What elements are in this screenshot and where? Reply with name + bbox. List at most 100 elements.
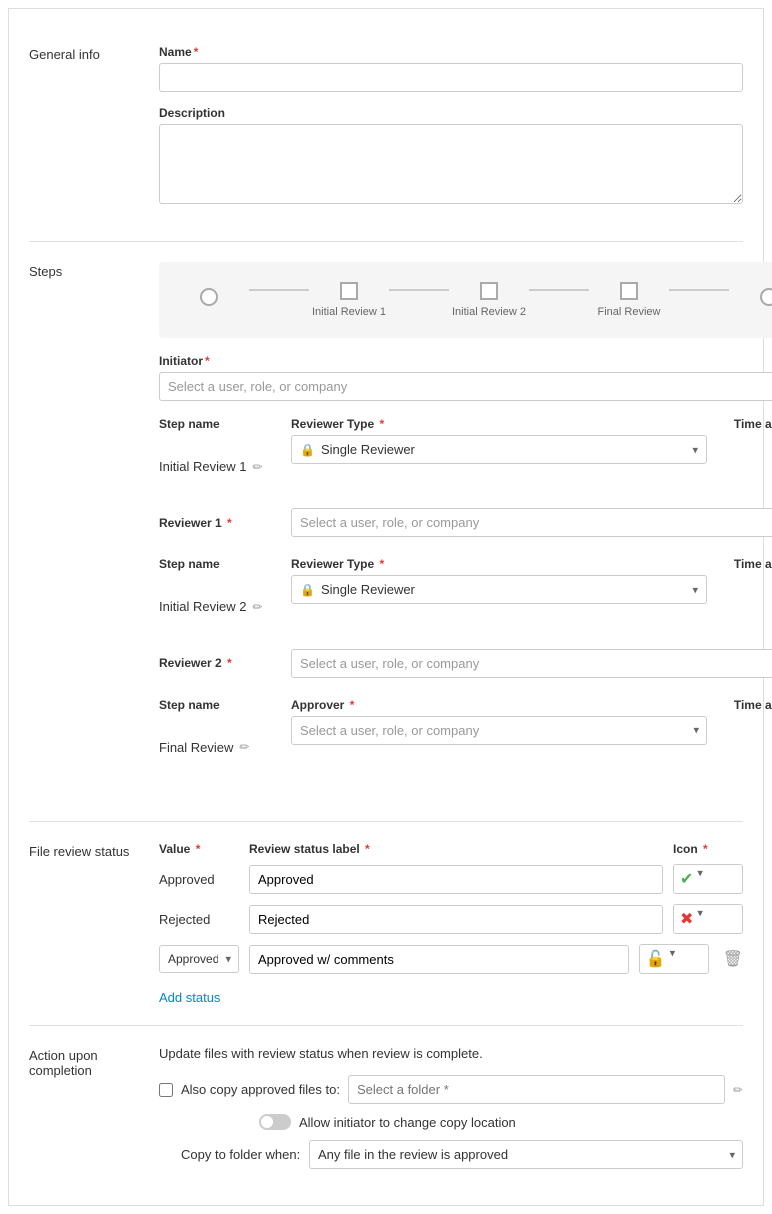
allow-initiator-toggle[interactable] [259, 1114, 291, 1130]
reviewer-type-arrow-icon-2: ▾ [692, 583, 698, 596]
step-row-initial-review-1: Step name Reviewer Type * Time allowed *… [159, 417, 772, 537]
step-name-value-1: Initial Review 1 ✏ [159, 435, 279, 474]
reviewer-type-arrow-icon-1: ▾ [692, 443, 698, 456]
approver-select-wrapper: Select a user, role, or company ▾ [291, 716, 707, 745]
copy-approved-checkbox[interactable] [159, 1083, 173, 1097]
copy-folder-when-label: Copy to folder when: [181, 1147, 301, 1162]
status-label-input-approved[interactable] [249, 865, 663, 894]
main-form: General info Name* Description Steps [8, 8, 764, 1206]
step-name-edit-icon-3[interactable]: ✏ [239, 740, 249, 754]
status-row-approved: Approved ✔ ▾ [159, 864, 743, 894]
initiator-select[interactable]: Select a user, role, or company [159, 372, 772, 401]
time-value-3: 3 ✏ [719, 716, 772, 755]
status-icon-select-approved[interactable]: ✔ ▾ [673, 864, 743, 894]
step-name-edit-icon-1[interactable]: ✏ [252, 460, 262, 474]
steps-diagram: Initial Review 1 Initial Review 2 Final … [159, 262, 772, 338]
copy-approved-label: Also copy approved files to: [181, 1082, 340, 1097]
delete-status-row-icon[interactable]: 🗑 [723, 949, 743, 969]
status-row-approved-comments: Approved Rejected ▾ 🔓 ▾ 🗑 [159, 944, 743, 974]
folder-select-wrapper [348, 1075, 725, 1104]
calendar-days-2: CalendarDay(s) [719, 614, 772, 640]
reviewer-label-2: Reviewer 2 * [159, 656, 279, 670]
calendar-days-3: CalendarDay(s) [719, 755, 772, 781]
step-name-value-3: Final Review ✏ [159, 716, 279, 755]
status-icon-select-comments[interactable]: 🔓 ▾ [639, 944, 709, 974]
step-start-node [169, 288, 249, 312]
action-completion-content: Update files with review status when rev… [159, 1046, 743, 1169]
col-time-allowed-header-1: Time allowed * [719, 417, 772, 431]
general-info-section: General info Name* Description [29, 25, 743, 242]
status-icon-arrow-comments: ▾ [670, 946, 676, 959]
col-reviewer-type-header-2: Reviewer Type * [291, 557, 707, 571]
approver-select[interactable]: Select a user, role, or company [291, 716, 707, 745]
status-value-rejected: Rejected [159, 912, 239, 927]
status-value-dropdown-wrapper: Approved Rejected ▾ [159, 945, 239, 973]
status-icon-select-rejected[interactable]: ✖ ▾ [673, 904, 743, 934]
lock-icon-1: 🔒 [300, 443, 315, 457]
steps-section: Steps Initial Review 1 Initial Review 2 [29, 242, 743, 822]
name-label: Name* [159, 45, 743, 59]
step-initial-review-1-label: Initial Review 1 [309, 306, 389, 318]
file-review-status-content: Value * Review status label * Icon * App… [159, 842, 743, 1005]
reviewer-row-1: Reviewer 1 * Select a user, role, or com… [159, 508, 772, 537]
steps-content: Initial Review 1 Initial Review 2 Final … [159, 262, 772, 801]
toggle-knob [261, 1116, 273, 1128]
comments-icon: 🔓 [646, 949, 666, 969]
step-initial-review-2-label: Initial Review 2 [449, 306, 529, 318]
approved-check-icon: ✔ [680, 869, 693, 889]
reviewer-1-select[interactable]: Select a user, role, or company [291, 508, 772, 537]
copy-folder-when-select[interactable]: Any file in the review is approved All f… [309, 1140, 743, 1169]
col-step-name-header-1: Step name [159, 417, 279, 431]
step-start-circle [200, 288, 218, 306]
step-initial-review-2-node: Initial Review 2 [449, 282, 529, 318]
col-step-name-header-2: Step name [159, 557, 279, 571]
copy-approved-files-row: Also copy approved files to: ✏ [159, 1075, 743, 1104]
reviewer-2-select[interactable]: Select a user, role, or company [291, 649, 772, 678]
reviewer-2-select-wrapper: Select a user, role, or company ▾ [291, 649, 772, 678]
step-initial-review-1-square [340, 282, 358, 300]
action-completion-label: Action upon completion [29, 1046, 159, 1169]
step-initial-review-2-square [480, 282, 498, 300]
description-field-group: Description [159, 106, 743, 207]
reviewer-1-select-wrapper: Select a user, role, or company ▾ [291, 508, 772, 537]
name-field-group: Name* [159, 45, 743, 92]
col-time-allowed-header-3: Time allowed * [719, 698, 772, 712]
copy-folder-select-wrapper: Any file in the review is approved All f… [309, 1140, 743, 1169]
sh-value-header: Value * [159, 842, 239, 856]
col-reviewer-type-header-1: Reviewer Type * [291, 417, 707, 431]
description-input[interactable] [159, 124, 743, 204]
action-completion-description: Update files with review status when rev… [159, 1046, 743, 1061]
initiator-label: Initiator* [159, 354, 772, 368]
folder-edit-icon[interactable]: ✏ [733, 1083, 743, 1097]
initiator-select-wrapper: Select a user, role, or company ▾ [159, 372, 772, 401]
add-status-link[interactable]: Add status [159, 990, 220, 1005]
status-value-select[interactable]: Approved Rejected [159, 945, 239, 973]
sh-icon-header: Icon * [673, 842, 743, 856]
reviewer-type-select-2[interactable]: 🔒 Single Reviewer ▾ [291, 575, 707, 604]
calendar-days-1: CalendarDay(s) [719, 474, 772, 500]
reviewer-type-select-wrapper-2: 🔒 Single Reviewer ▾ [291, 575, 707, 604]
step-initial-review-1-node: Initial Review 1 [309, 282, 389, 318]
reviewer-type-select-wrapper-1: 🔒 Single Reviewer ▾ [291, 435, 707, 464]
step-row-final-review: Step name Approver * Time allowed * Fina… [159, 698, 772, 781]
name-input[interactable] [159, 63, 743, 92]
folder-select-input[interactable] [348, 1075, 725, 1104]
status-value-approved: Approved [159, 872, 239, 887]
status-label-input-rejected[interactable] [249, 905, 663, 934]
step-end-circle [760, 288, 772, 306]
step-final-review-node: Final Review [589, 282, 669, 318]
steps-label: Steps [29, 262, 159, 801]
reviewer-row-2: Reviewer 2 * Select a user, role, or com… [159, 649, 772, 678]
action-completion-section: Action upon completion Update files with… [29, 1026, 743, 1189]
step-end-node [729, 288, 772, 312]
step-name-edit-icon-2[interactable]: ✏ [252, 600, 262, 614]
step-line-1 [249, 289, 309, 291]
status-label-input-comments[interactable] [249, 945, 629, 974]
file-review-status-label: File review status [29, 842, 159, 1005]
step-final-review-label: Final Review [589, 306, 669, 318]
status-row-rejected: Rejected ✖ ▾ [159, 904, 743, 934]
reviewer-type-select-1[interactable]: 🔒 Single Reviewer ▾ [291, 435, 707, 464]
allow-initiator-row: Allow initiator to change copy location [259, 1114, 743, 1130]
status-icon-arrow-approved: ▾ [697, 866, 703, 879]
time-value-2: 3 ✏ [719, 575, 772, 614]
